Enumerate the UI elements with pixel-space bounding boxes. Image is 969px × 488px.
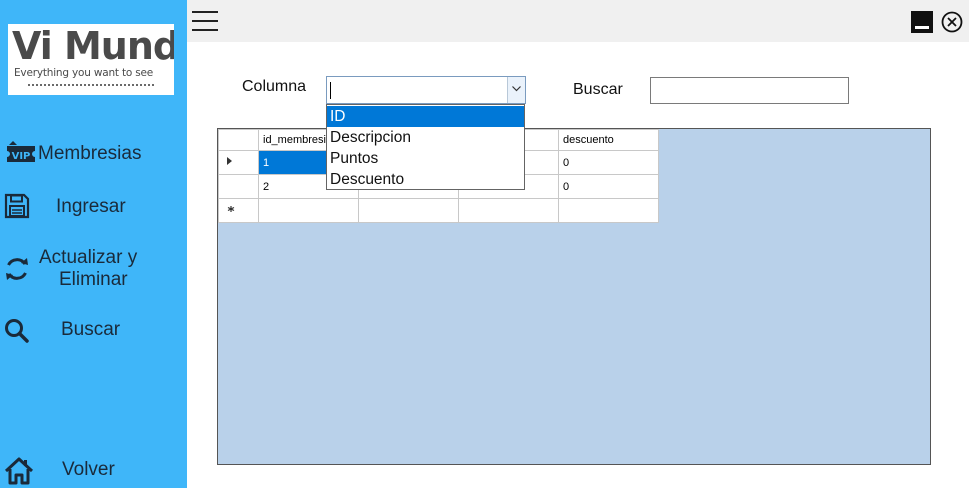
chevron-down-icon[interactable] bbox=[507, 77, 525, 103]
table-cell[interactable]: 0 bbox=[558, 150, 659, 175]
data-grid[interactable]: id_membresia descripcion puntos descuent… bbox=[217, 128, 931, 465]
row-header[interactable] bbox=[218, 174, 259, 199]
table-cell[interactable] bbox=[258, 198, 359, 223]
table-cell[interactable] bbox=[358, 198, 459, 223]
table-cell[interactable]: 0 bbox=[558, 174, 659, 199]
column-label: Columna bbox=[242, 78, 307, 95]
dropdown-option-puntos[interactable]: Puntos bbox=[327, 148, 524, 169]
sidebar-item-volver[interactable]: Volver bbox=[0, 454, 187, 488]
minimize-icon[interactable] bbox=[911, 11, 933, 33]
sidebar-item-ingresar[interactable]: Ingresar bbox=[0, 190, 187, 224]
sidebar: Vi Mundo Everything you want to see VIP … bbox=[0, 0, 187, 488]
sidebar-item-label: Membresias bbox=[38, 143, 142, 164]
refresh-icon bbox=[4, 256, 30, 282]
sidebar-item-label: Ingresar bbox=[56, 196, 126, 217]
new-row[interactable] bbox=[218, 198, 659, 223]
sidebar-item-membresias[interactable]: VIP Membresias bbox=[0, 134, 187, 172]
logo: Vi Mundo Everything you want to see bbox=[8, 24, 174, 95]
top-bar bbox=[187, 0, 969, 42]
sidebar-item-label-line1: Actualizar y bbox=[39, 247, 138, 268]
sidebar-item-actualizar-eliminar[interactable]: Actualizar y Eliminar bbox=[0, 244, 187, 294]
table-cell[interactable] bbox=[558, 198, 659, 223]
column-combobox[interactable] bbox=[326, 76, 526, 104]
dropdown-option-descuento[interactable]: Descuento bbox=[327, 169, 524, 190]
dropdown-option-descripcion[interactable]: Descripcion bbox=[327, 127, 524, 148]
table-cell[interactable] bbox=[458, 198, 559, 223]
search-icon bbox=[4, 318, 30, 344]
sidebar-item-label-line2: Eliminar bbox=[59, 269, 128, 290]
search-label: Buscar bbox=[573, 81, 623, 98]
sidebar-item-label: Volver bbox=[62, 459, 115, 480]
home-icon bbox=[4, 457, 34, 485]
row-header[interactable] bbox=[218, 198, 259, 223]
new-row-icon bbox=[227, 206, 235, 212]
dropdown-option-id[interactable]: ID bbox=[327, 106, 524, 127]
current-row-icon bbox=[227, 157, 232, 165]
corner-header[interactable] bbox=[218, 129, 259, 151]
row-header[interactable] bbox=[218, 150, 259, 175]
column-dropdown-list: ID Descripcion Puntos Descuento bbox=[326, 104, 525, 190]
svg-text:VIP: VIP bbox=[12, 151, 31, 162]
sidebar-item-buscar[interactable]: Buscar bbox=[0, 314, 187, 348]
sidebar-item-label: Buscar bbox=[61, 319, 121, 340]
search-input[interactable] bbox=[650, 77, 849, 104]
close-icon[interactable] bbox=[941, 11, 963, 33]
text-caret bbox=[330, 82, 331, 99]
vip-icon: VIP bbox=[4, 140, 38, 166]
logo-subtitle: Everything you want to see bbox=[14, 67, 154, 79]
menu-icon[interactable] bbox=[192, 11, 218, 33]
app-window: Vi Mundo Everything you want to see VIP … bbox=[0, 0, 969, 488]
save-icon bbox=[4, 193, 30, 219]
column-header[interactable]: descuento bbox=[558, 129, 659, 151]
logo-title: Vi Mundo bbox=[12, 24, 174, 68]
logo-dots bbox=[28, 84, 154, 87]
